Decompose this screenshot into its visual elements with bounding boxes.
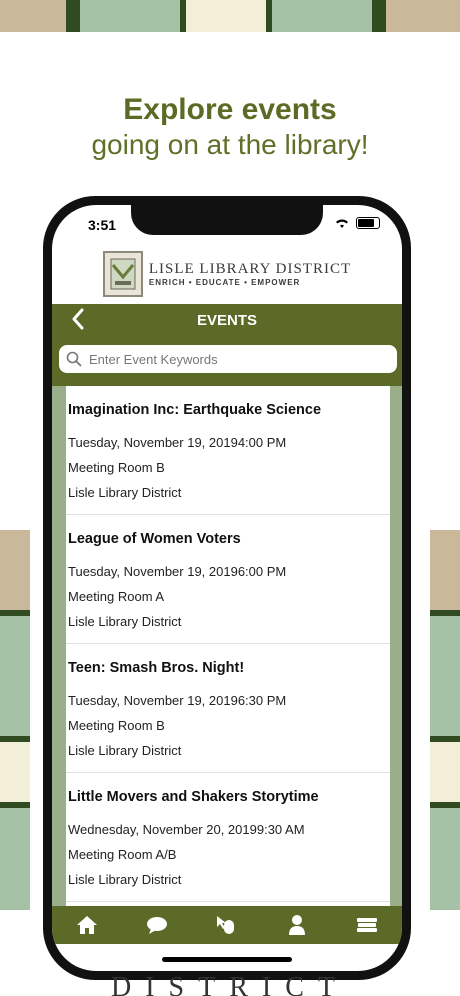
search-box[interactable]: [59, 345, 397, 373]
event-title: League of Women Voters: [68, 531, 241, 547]
page-title: EVENTS: [196, 312, 257, 329]
headline-line-1: Explore events: [123, 93, 337, 126]
phone-frame: 3:51 LISLE LIBRARY DISTRICT ENRICH • EDU…: [43, 196, 411, 980]
phone-screen: 3:51 LISLE LIBRARY DISTRICT ENRICH • EDU…: [52, 205, 402, 971]
events-list-container: Imagination Inc: Earthquake Science Tues…: [52, 386, 402, 906]
promo-headline: Explore events going on at the library!: [0, 92, 460, 162]
tab-home[interactable]: [67, 909, 107, 941]
battery-icon: [356, 217, 380, 229]
event-datetime: Tuesday, November 19, 20196:30 PM: [68, 693, 287, 708]
bottom-decorative-text: DISTRICT: [111, 972, 349, 996]
bottom-tab-bar: [52, 906, 402, 944]
event-location: Lisle Library District: [68, 872, 182, 887]
stained-glass-left-panel: [0, 530, 30, 910]
event-item[interactable]: Little Movers and Shakers Storytime Wedn…: [66, 773, 390, 902]
event-room: Meeting Room B: [68, 460, 165, 475]
event-location: Lisle Library District: [68, 485, 182, 500]
search-icon: [66, 351, 82, 367]
library-logo-mark: [102, 251, 143, 297]
event-datetime: Wednesday, November 20, 20199:30 AM: [68, 822, 305, 837]
event-datetime: Tuesday, November 19, 20194:00 PM: [68, 435, 287, 450]
event-datetime: Tuesday, November 19, 20196:00 PM: [68, 564, 287, 579]
search-input[interactable]: [87, 350, 381, 368]
tab-online[interactable]: [207, 909, 247, 941]
mouse-pointer-icon: [217, 916, 234, 934]
chat-bubble-icon: [147, 917, 167, 934]
status-icons: [334, 217, 380, 229]
event-room: Meeting Room A: [68, 589, 165, 604]
phone-notch: [131, 205, 323, 235]
event-item[interactable]: Teen: Smash Bros. Night! Tuesday, Novemb…: [66, 644, 390, 773]
person-icon: [289, 915, 305, 935]
status-time: 3:51: [88, 217, 117, 233]
tab-catalog[interactable]: [347, 909, 387, 941]
events-list[interactable]: Imagination Inc: Earthquake Science Tues…: [66, 386, 390, 906]
event-title: Imagination Inc: Earthquake Science: [68, 402, 322, 418]
stained-glass-right-panel: [430, 530, 460, 910]
wifi-icon: [336, 219, 348, 228]
event-location: Lisle Library District: [68, 743, 182, 758]
tab-account[interactable]: [277, 909, 317, 941]
library-tagline: ENRICH • EDUCATE • EMPOWER: [148, 278, 301, 287]
headline-line-2: going on at the library!: [91, 129, 369, 160]
books-icon: [357, 918, 377, 932]
event-room: Meeting Room A/B: [68, 847, 177, 862]
event-title: Little Movers and Shakers Storytime: [68, 789, 319, 805]
events-nav-bar: EVENTS: [52, 304, 402, 338]
home-icon: [77, 916, 97, 934]
tab-chat[interactable]: [137, 909, 177, 941]
stained-glass-top-border: [0, 0, 460, 32]
library-logo: LISLE LIBRARY DISTRICT ENRICH • EDUCATE …: [52, 245, 402, 303]
event-item[interactable]: League of Women Voters Tuesday, November…: [66, 515, 390, 644]
search-bar: [52, 338, 402, 386]
event-room: Meeting Room B: [68, 718, 165, 733]
home-indicator: [162, 957, 292, 962]
library-name: LISLE LIBRARY DISTRICT: [148, 261, 352, 277]
event-item[interactable]: Imagination Inc: Earthquake Science Tues…: [66, 386, 390, 515]
event-title: Teen: Smash Bros. Night!: [68, 660, 245, 676]
event-location: Lisle Library District: [68, 614, 182, 629]
